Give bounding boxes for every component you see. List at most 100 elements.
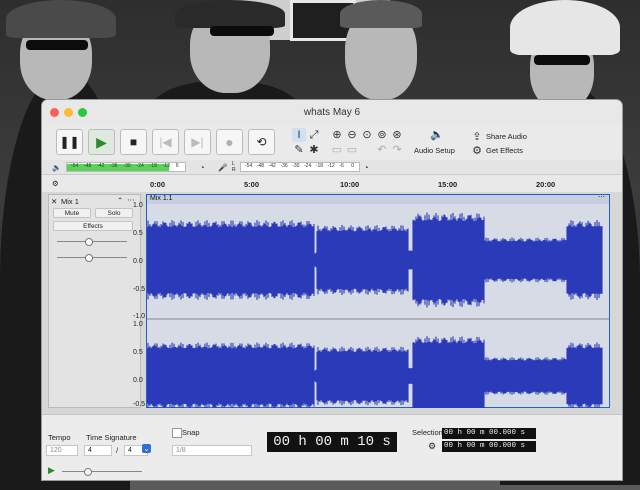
- scale-5: -1.0: [133, 313, 146, 320]
- record-volume-knob-icon[interactable]: ◔: [364, 163, 369, 172]
- tick-15: 15:00: [438, 180, 458, 189]
- silence-icon[interactable]: ▭: [345, 143, 359, 157]
- right-channel-label: R: [232, 167, 236, 173]
- collapse-icon[interactable]: ⌃: [117, 196, 123, 205]
- clip-name: Mix 1.1: [150, 195, 173, 202]
- share-audio-button[interactable]: Share Audio: [486, 132, 527, 141]
- close-track-icon[interactable]: ✕: [51, 197, 57, 206]
- snap-dropdown[interactable]: 1/8: [172, 445, 252, 456]
- solo-button[interactable]: Solo: [95, 208, 133, 218]
- play-button[interactable]: ▶: [88, 129, 115, 155]
- time-signature-dropdown-icon[interactable]: ⌄: [142, 444, 151, 453]
- skip-to-end-button[interactable]: ▶|: [184, 129, 211, 155]
- clip-header[interactable]: Mix 1.1 ⋯: [147, 193, 609, 204]
- loop-button[interactable]: ⟲: [248, 129, 275, 155]
- hat-4: [510, 0, 620, 55]
- waveform: [147, 212, 609, 408]
- record-button[interactable]: ●: [216, 129, 243, 155]
- waveform-right-channel: [147, 336, 603, 408]
- zoom-toggle-icon[interactable]: ⊛: [390, 128, 404, 142]
- record-meter-tick: 0: [351, 163, 354, 169]
- tick-10: 10:00: [340, 180, 360, 189]
- glasses-4: [534, 55, 590, 65]
- window-title: whats May 6: [303, 107, 361, 118]
- track-area: ✕ Mix 1 ⌃ ⋯ Mute Solo Effects Mix 1.1 ⋯ 1…: [42, 192, 622, 414]
- envelope-tool-icon[interactable]: ⤢: [307, 128, 321, 142]
- record-meter-tick: -18: [315, 163, 324, 169]
- playback-meter-tick: -24: [136, 163, 144, 169]
- scale-2: 0.5: [133, 230, 143, 237]
- pause-button[interactable]: ❚❚: [56, 129, 83, 155]
- time-signature-label: Time Signature: [86, 433, 137, 442]
- selection-end-field[interactable]: 00 h 00 m 00.000 s: [442, 441, 536, 452]
- playback-meter-tick: -12: [162, 163, 170, 169]
- tempo-field[interactable]: 120: [46, 445, 78, 456]
- record-meter-tick: -6: [339, 163, 344, 169]
- playback-meter-tick: -18: [149, 163, 157, 169]
- hat-1: [6, 0, 116, 38]
- playback-meter-tick: -54: [71, 163, 79, 169]
- trim-icon[interactable]: ▭: [330, 143, 344, 157]
- record-meter[interactable]: -54 -48 -42 -36 -30 -24 -18 -12 -6 0: [240, 162, 360, 172]
- audio-clip[interactable]: Mix 1.1 ⋯ 1.0 0.5 0.0 -0.5 -1.0 1.0 0.5 0…: [133, 193, 610, 408]
- selection-start-field[interactable]: 00 h 00 m 00.000 s: [442, 428, 536, 439]
- tick-20: 20:00: [536, 180, 556, 189]
- share-icon: ⇪: [472, 131, 482, 143]
- stop-button[interactable]: ■: [120, 129, 147, 155]
- scale-3: 0.0: [133, 258, 143, 265]
- record-meter-tick: -48: [256, 163, 265, 169]
- timeline-settings-icon[interactable]: ⚙: [52, 179, 59, 188]
- skip-to-start-button[interactable]: |◀: [152, 129, 179, 155]
- record-meter-tick: -42: [268, 163, 276, 169]
- scale-7: 0.5: [133, 349, 143, 356]
- playback-meter-tick: -42: [97, 163, 105, 169]
- time-display[interactable]: 00 h 00 m 10 s: [267, 432, 397, 452]
- playback-meter[interactable]: -54 -48 -42 -36 -30 -24 -18 -12 6: [66, 162, 186, 172]
- mute-button[interactable]: Mute: [53, 208, 91, 218]
- zoom-out-icon[interactable]: ⊖: [345, 128, 359, 142]
- record-meter-tick: -36: [280, 163, 288, 169]
- zoom-selection-icon[interactable]: ⊙: [360, 128, 374, 142]
- scale-4: -0.5: [133, 286, 146, 293]
- glasses-2: [210, 26, 274, 36]
- clip-menu-icon[interactable]: ⋯: [598, 193, 605, 201]
- mini-play-icon[interactable]: ▶: [48, 465, 55, 476]
- snap-checkbox[interactable]: [172, 428, 182, 438]
- meter-bar: 🔈 -54 -48 -42 -36 -30 -24 -18 -12 6 ◔ 🎤 L R -54-…: [42, 160, 622, 174]
- audio-setup-button[interactable]: Audio Setup: [414, 146, 455, 155]
- bottom-toolbar: Tempo 120 Time Signature 4 / 4 ⌄ Snap 1/…: [42, 414, 622, 480]
- multi-tool-icon[interactable]: ✱: [307, 143, 321, 157]
- playback-speed-slider[interactable]: [62, 471, 142, 472]
- playback-speed-handle[interactable]: [84, 468, 92, 476]
- selection-settings-icon[interactable]: ⚙: [428, 441, 436, 452]
- app-window: whats May 6 ❚❚ ▶ ■ |◀ ▶| ● ⟲ I ⤢ ✎ ✱ ⊕ ⊖…: [42, 100, 622, 480]
- tempo-label: Tempo: [48, 433, 71, 442]
- undo-icon[interactable]: ↶: [375, 143, 389, 157]
- hair-2: [175, 0, 285, 28]
- record-meter-tick: -30: [292, 163, 300, 169]
- tick-0: 0:00: [150, 180, 166, 189]
- get-effects-button[interactable]: Get Effects: [486, 146, 523, 155]
- playback-volume-knob-icon[interactable]: ◔: [200, 163, 205, 172]
- track-name[interactable]: Mix 1: [61, 197, 79, 206]
- zoom-in-icon[interactable]: ⊕: [330, 128, 344, 142]
- playback-meter-tick: -48: [84, 163, 92, 169]
- playback-meter-tick: 6: [175, 163, 179, 169]
- timeline-ruler[interactable]: ⚙ 0:00 5:00 10:00 15:00 20:00: [42, 174, 622, 194]
- track-control-panel[interactable]: ✕ Mix 1 ⌃ ⋯ Mute Solo Effects: [48, 194, 141, 408]
- scale-1: 1.0: [133, 202, 143, 209]
- scale-6: 1.0: [133, 321, 143, 328]
- gain-slider-handle[interactable]: [85, 238, 93, 246]
- effects-button[interactable]: Effects: [53, 221, 133, 231]
- glasses-1: [26, 40, 88, 50]
- redo-icon[interactable]: ↷: [390, 143, 404, 157]
- zoom-fit-icon[interactable]: ⊚: [375, 128, 389, 142]
- title-bar: whats May 6: [42, 100, 622, 126]
- draw-tool-icon[interactable]: ✎: [292, 143, 306, 157]
- plug-icon: ⚙: [472, 145, 482, 157]
- pan-slider-handle[interactable]: [85, 254, 93, 262]
- scale-8: 0.0: [133, 377, 143, 384]
- time-signature-numerator[interactable]: 4: [84, 445, 112, 456]
- playback-meter-tick: -30: [123, 163, 131, 169]
- selection-tool-icon[interactable]: I: [292, 128, 306, 142]
